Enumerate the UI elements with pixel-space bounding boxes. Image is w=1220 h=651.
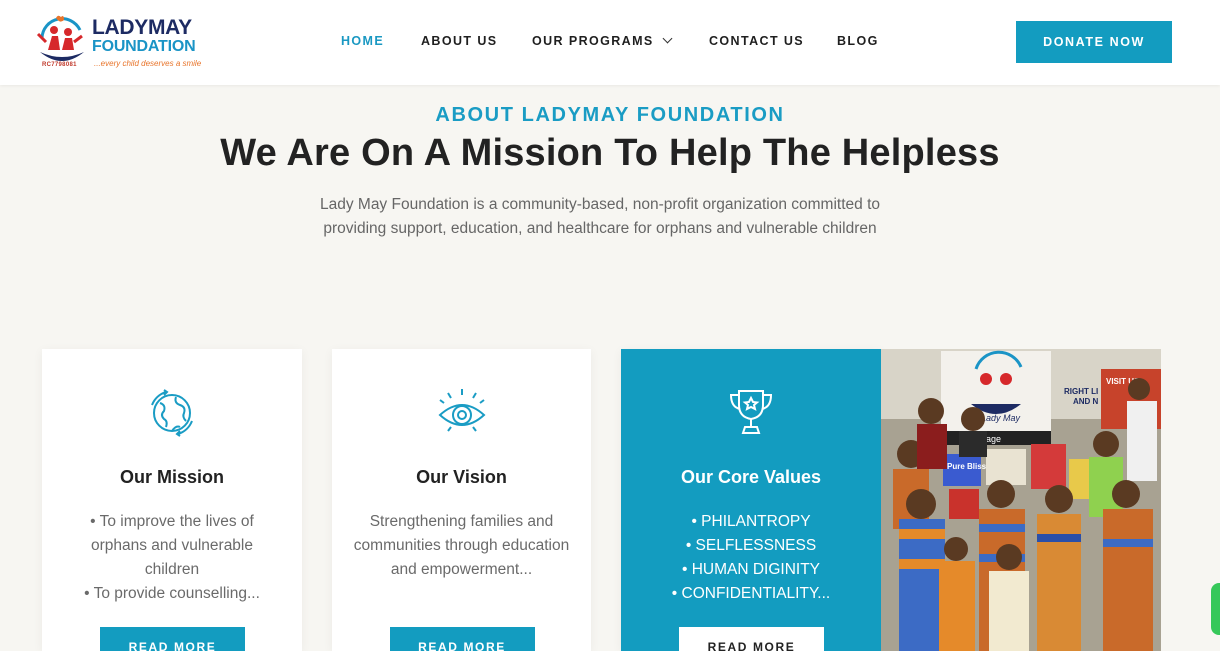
mission-text: • To improve the lives of orphans and vu… xyxy=(84,513,260,602)
photo-box-text: Pure Bliss xyxy=(947,462,987,471)
nav-our-programs-label: OUR PROGRAMS xyxy=(532,34,654,48)
trophy-icon xyxy=(729,390,773,434)
donate-now-button[interactable]: DONATE NOW xyxy=(1016,21,1172,63)
mission-card: Our Mission • To improve the lives of or… xyxy=(42,349,302,651)
mission-title: Our Mission xyxy=(119,467,224,487)
section-intro: Lady May Foundation is a community-based… xyxy=(319,196,880,237)
logo-mark-icon xyxy=(36,15,84,61)
logo-name-line1: LADYMAY xyxy=(92,16,192,39)
photo-sign-text-2: RIGHT LI xyxy=(1064,387,1098,396)
site-header: RC7798081 LADYMAY FOUNDATION ...every ch… xyxy=(0,0,1220,85)
vision-read-more-button[interactable]: READ MORE xyxy=(389,627,535,651)
nav-contact-us[interactable]: CONTACT US xyxy=(709,34,804,48)
core-values-card: Our Core Values • PHILANTROPY • SELFLESS… xyxy=(621,349,881,651)
vision-text: Strengthening families and communities t… xyxy=(353,513,570,578)
vision-card: Our Vision Strengthening families and co… xyxy=(332,349,591,651)
chevron-down-icon xyxy=(662,33,673,44)
eye-icon xyxy=(438,389,485,432)
section-eyebrow: ABOUT LADYMAY FOUNDATION xyxy=(435,104,785,126)
nav-our-programs[interactable]: OUR PROGRAMS xyxy=(532,33,673,48)
nav-blog[interactable]: BLOG xyxy=(837,34,879,48)
nav-about-us[interactable]: ABOUT US xyxy=(421,34,497,48)
chat-widget-tab[interactable] xyxy=(1211,583,1220,635)
nav-home[interactable]: HOME xyxy=(341,34,384,48)
section-headline: We Are On A Mission To Help The Helpless xyxy=(220,132,1000,174)
children-photo: VISIT US RIGHT LI AND N Lady May nage Pu… xyxy=(881,349,1161,651)
logo-registration: RC7798081 xyxy=(42,62,77,68)
photo-sign-text-3: AND N xyxy=(1073,397,1099,406)
site-logo[interactable]: RC7798081 LADYMAY FOUNDATION ...every ch… xyxy=(34,12,209,72)
logo-tagline: ...every child deserves a smile xyxy=(94,59,202,68)
vision-title: Our Vision xyxy=(416,467,507,487)
photo-banner-text: Lady May xyxy=(981,413,1021,423)
mission-read-more-button[interactable]: READ MORE xyxy=(100,627,245,651)
core-values-read-more-button[interactable]: READ MORE xyxy=(679,627,824,651)
logo-name-line2: FOUNDATION xyxy=(92,38,196,55)
core-values-text: • PHILANTROPY • SELFLESSNESS • HUMAN DIG… xyxy=(671,513,831,602)
children-photo-illustration: VISIT US RIGHT LI AND N Lady May nage Pu… xyxy=(881,349,1161,651)
globe-icon xyxy=(151,389,193,437)
core-values-title: Our Core Values xyxy=(680,467,822,487)
